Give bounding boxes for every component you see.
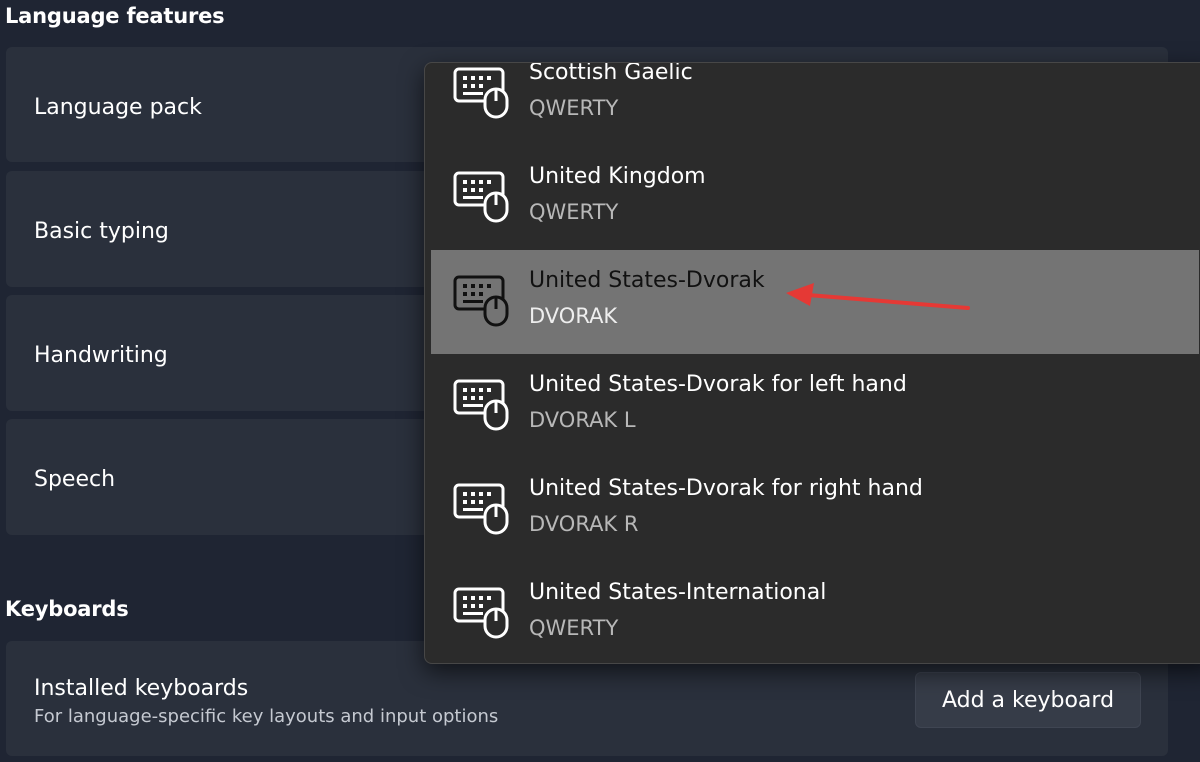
- keyboard-option-united-states-dvorak-left-hand[interactable]: United States-Dvorak for left hand DVORA…: [431, 354, 1199, 458]
- annotation-arrow-icon: [786, 283, 970, 310]
- keyboard-layout-list: Scottish Gaelic QWERTY United Kingdom QW…: [431, 62, 1199, 663]
- handwriting-label: Handwriting: [34, 343, 168, 368]
- keyboard-option-layout: QWERTY: [529, 96, 619, 120]
- language-features-title: Language features: [5, 4, 225, 28]
- keyboard-option-scottish-gaelic[interactable]: Scottish Gaelic QWERTY: [431, 62, 1199, 146]
- language-pack-label: Language pack: [34, 95, 202, 120]
- keyboard-mouse-icon: [453, 67, 509, 119]
- add-keyboard-button[interactable]: Add a keyboard: [915, 672, 1141, 728]
- keyboard-option-layout: DVORAK L: [529, 408, 636, 432]
- keyboard-mouse-icon: [453, 275, 509, 327]
- keyboard-option-layout: QWERTY: [529, 616, 619, 640]
- keyboard-option-name: United States-Dvorak for right hand: [529, 476, 923, 501]
- installed-keyboards-description: For language-specific key layouts and in…: [34, 706, 499, 727]
- keyboard-option-united-kingdom[interactable]: United Kingdom QWERTY: [431, 146, 1199, 250]
- keyboards-title: Keyboards: [5, 597, 129, 621]
- keyboard-mouse-icon: [453, 379, 509, 431]
- basic-typing-label: Basic typing: [34, 219, 169, 244]
- keyboard-option-name: United States-Dvorak for left hand: [529, 372, 907, 397]
- keyboard-option-united-states-international[interactable]: United States-International QWERTY: [431, 562, 1199, 663]
- keyboard-layout-dropdown: Scottish Gaelic QWERTY United Kingdom QW…: [424, 62, 1200, 664]
- keyboard-option-name: United States-Dvorak: [529, 268, 765, 293]
- keyboard-mouse-icon: [453, 483, 509, 535]
- keyboard-option-layout: DVORAK R: [529, 512, 639, 536]
- keyboard-mouse-icon: [453, 171, 509, 223]
- keyboard-mouse-icon: [453, 587, 509, 639]
- keyboard-option-name: Scottish Gaelic: [529, 62, 693, 85]
- installed-keyboards-label: Installed keyboards: [34, 676, 249, 701]
- keyboard-option-name: United States-International: [529, 580, 827, 605]
- keyboard-option-layout: QWERTY: [529, 200, 619, 224]
- speech-label: Speech: [34, 467, 116, 492]
- keyboard-option-layout: DVORAK: [529, 304, 618, 328]
- keyboard-option-name: United Kingdom: [529, 164, 706, 189]
- keyboard-option-united-states-dvorak-right-hand[interactable]: United States-Dvorak for right hand DVOR…: [431, 458, 1199, 562]
